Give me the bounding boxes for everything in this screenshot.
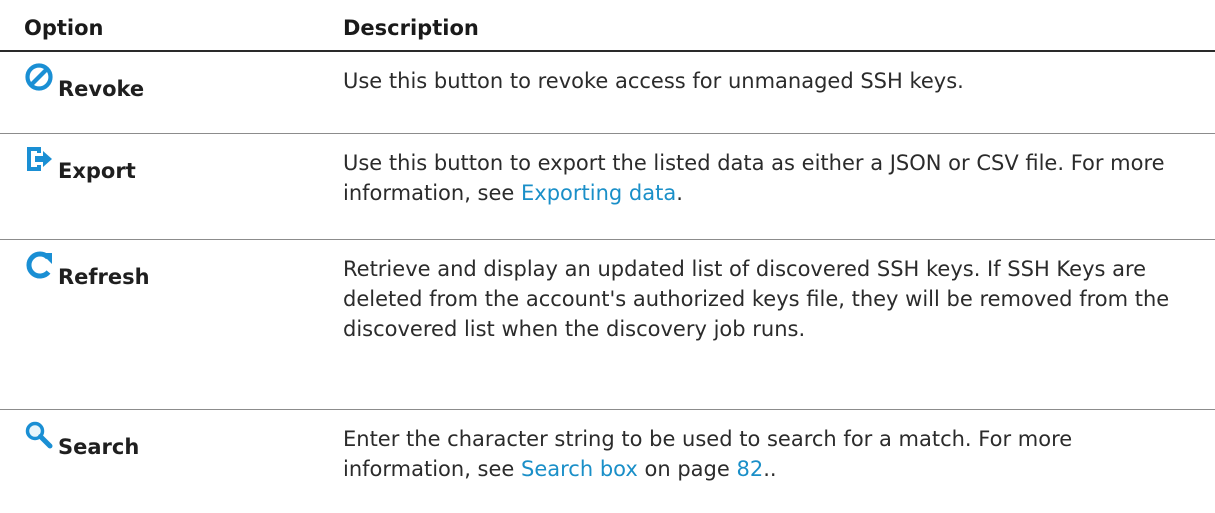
search-description-middle: on page [638, 457, 737, 481]
refresh-description: Retrieve and display an updated list of … [317, 240, 1215, 410]
export-label: Export [58, 156, 136, 186]
header-row: Option Description [0, 0, 1215, 51]
export-icon [24, 144, 54, 174]
options-table: Option Description Revoke Use this butto… [0, 0, 1215, 513]
option-cell-refresh: Refresh [0, 240, 317, 410]
refresh-label: Refresh [58, 262, 150, 292]
revoke-label: Revoke [58, 74, 144, 104]
option-cell-revoke: Revoke [0, 51, 317, 134]
exporting-data-link[interactable]: Exporting data [521, 181, 676, 205]
search-description: Enter the character string to be used to… [317, 410, 1215, 513]
export-description-text: Use this button to export the listed dat… [343, 151, 1165, 205]
revoke-description: Use this button to revoke access for unm… [317, 51, 1215, 134]
page-82-link[interactable]: 82 [736, 457, 763, 481]
table-row-search: Search Enter the character string to be … [0, 410, 1215, 513]
revoke-icon [24, 62, 54, 92]
description-column-header: Description [317, 0, 1215, 51]
export-description: Use this button to export the listed dat… [317, 134, 1215, 240]
search-label: Search [58, 432, 139, 462]
search-box-link[interactable]: Search box [521, 457, 638, 481]
option-cell-export: Export [0, 134, 317, 240]
option-column-header: Option [0, 0, 317, 51]
table-row-refresh: Refresh Retrieve and display an updated … [0, 240, 1215, 410]
option-cell-search: Search [0, 410, 317, 513]
table-row-export: Export Use this button to export the lis… [0, 134, 1215, 240]
table-row-revoke: Revoke Use this button to revoke access … [0, 51, 1215, 134]
search-icon [24, 420, 54, 450]
refresh-icon [24, 250, 54, 280]
export-description-end: . [676, 181, 683, 205]
search-description-end: .. [763, 457, 776, 481]
